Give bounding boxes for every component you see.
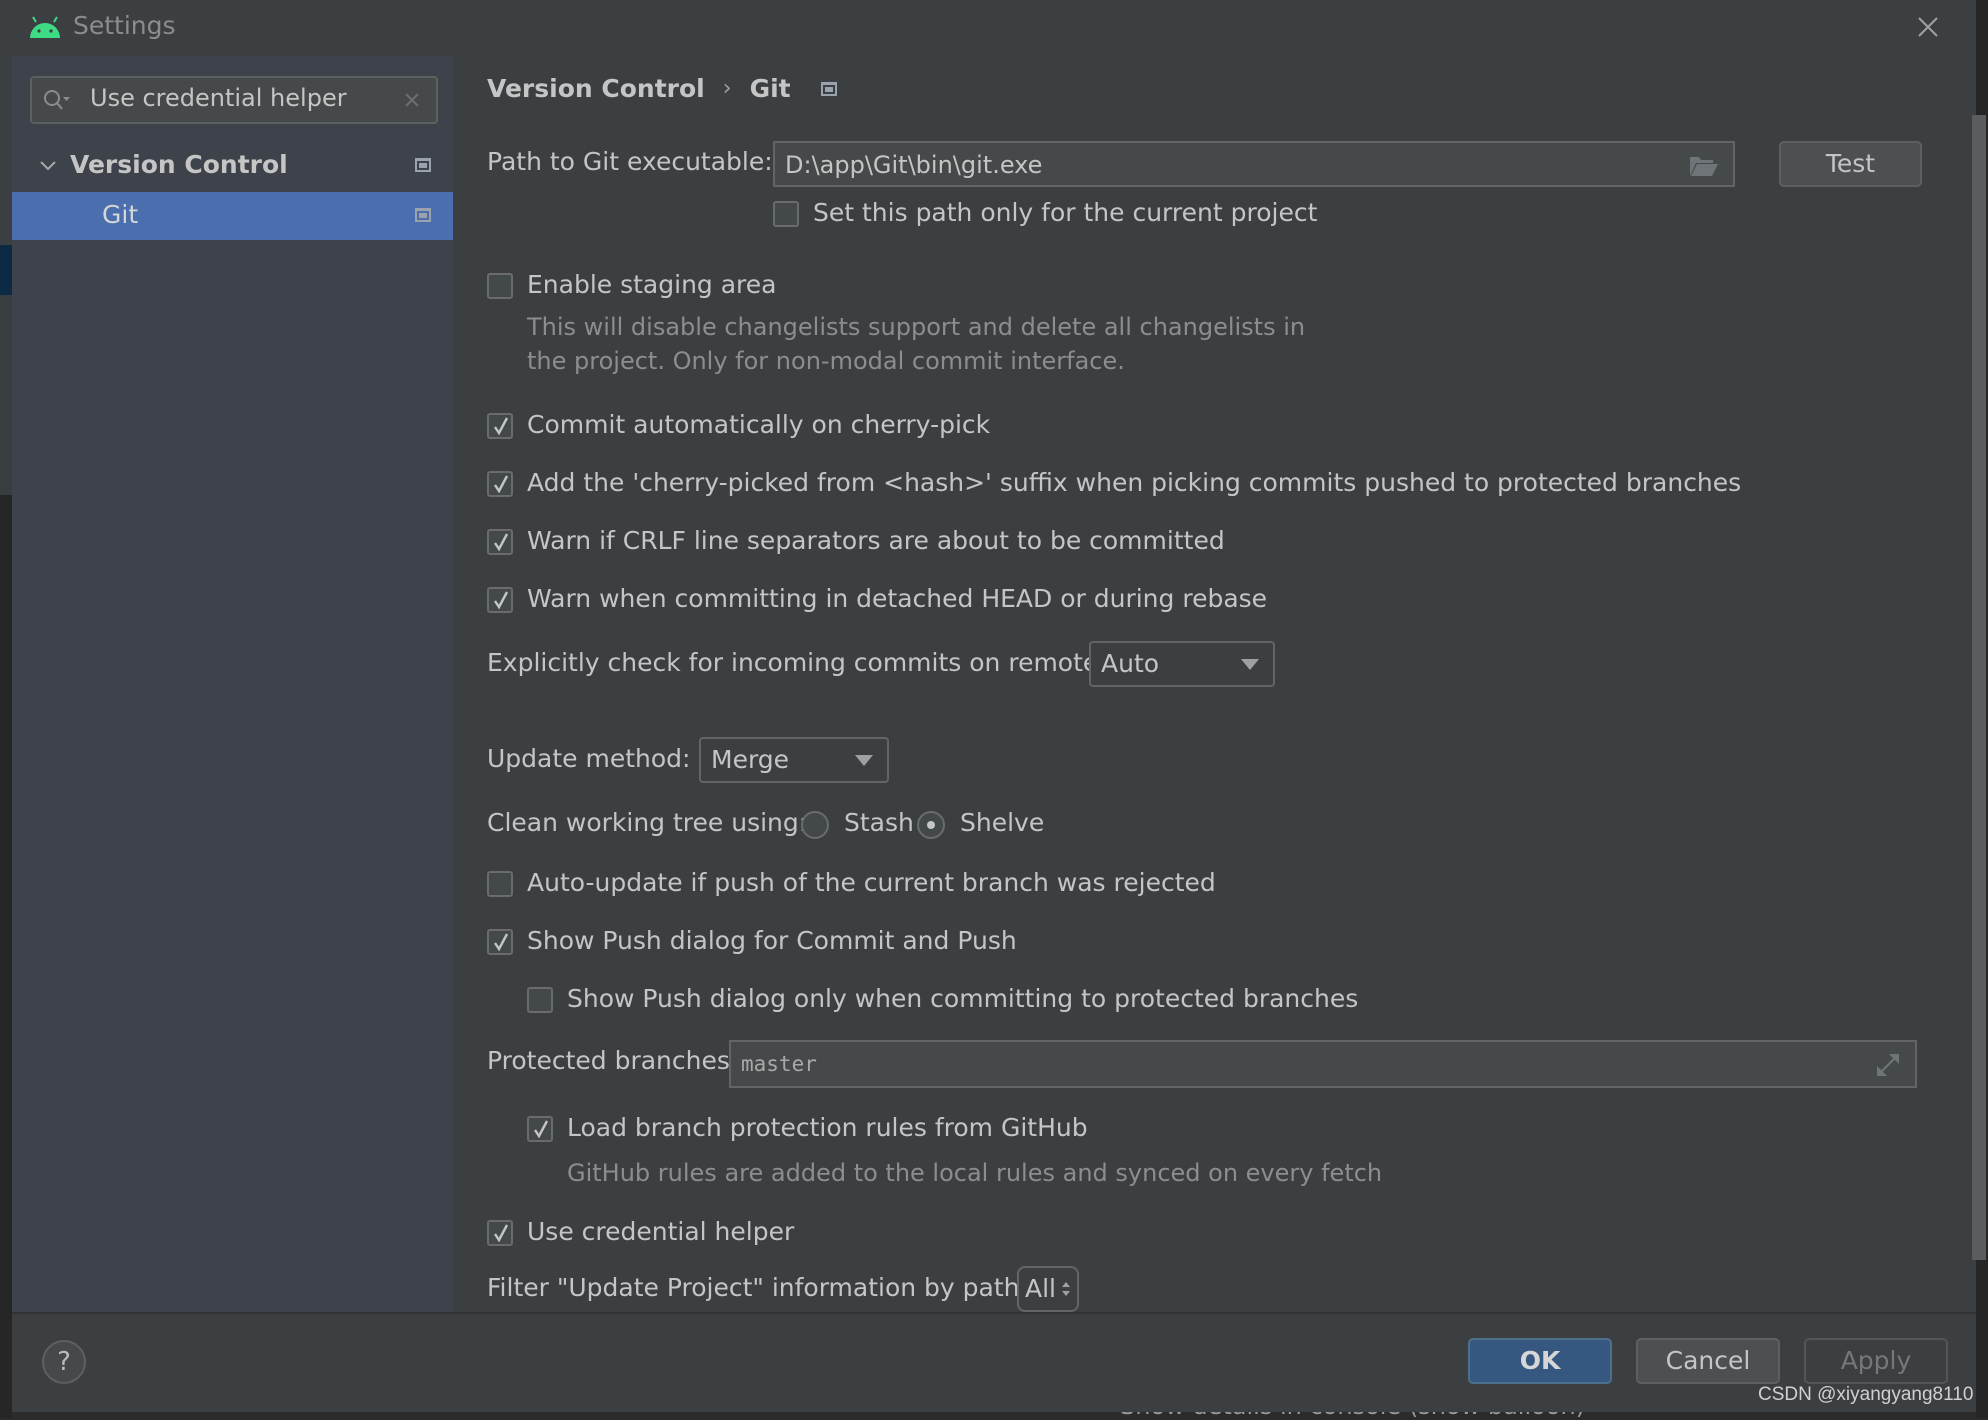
staging-hint-line2: the project. Only for non-modal commit i…	[527, 347, 1125, 375]
filter-update-project-label: Filter "Update Project" information by p…	[487, 1273, 1041, 1302]
background-ide-left	[0, 0, 12, 1418]
git-path-input[interactable]: D:\app\Git\bin\git.exe	[773, 141, 1735, 187]
apply-button[interactable]: Apply	[1804, 1338, 1948, 1384]
warn-detached-checkbox[interactable]	[487, 587, 513, 613]
update-method-value: Merge	[711, 745, 790, 774]
settings-search-input[interactable]: Use credential helper	[30, 76, 438, 124]
help-button[interactable]: ?	[42, 1340, 86, 1384]
folder-open-icon[interactable]	[1689, 155, 1719, 177]
stash-label: Stash	[844, 808, 914, 837]
content-scrollbar[interactable]	[1972, 115, 1986, 1260]
shelve-radio[interactable]	[917, 811, 945, 839]
watermark: CSDN @xiyangyang8110	[1758, 1384, 1974, 1405]
staging-hint-line1: This will disable changelists support an…	[527, 313, 1306, 341]
clean-tree-label: Clean working tree using:	[487, 808, 808, 837]
git-settings-panel: Version Control › Git Path to Git execut…	[453, 56, 1976, 1312]
warn-crlf-label: Warn if CRLF line separators are about t…	[527, 526, 1225, 555]
show-push-protected-checkbox[interactable]	[527, 987, 553, 1013]
update-method-label: Update method:	[487, 744, 691, 773]
checkmark-icon	[494, 933, 509, 952]
breadcrumb: Version Control › Git	[487, 74, 837, 103]
commit-cherry-pick-checkbox[interactable]	[487, 413, 513, 439]
git-path-value: D:\app\Git\bin\git.exe	[785, 151, 1043, 179]
dialog-footer: ? OK Cancel Apply	[12, 1312, 1976, 1412]
github-rules-hint: GitHub rules are added to the local rule…	[567, 1159, 1383, 1187]
spinner-arrows-icon	[1062, 1282, 1070, 1296]
set-path-current-project-label: Set this path only for the current proje…	[813, 198, 1318, 227]
sidebar-item-label: Version Control	[70, 150, 288, 179]
commit-cherry-pick-label: Commit automatically on cherry-pick	[527, 410, 991, 439]
expand-icon[interactable]	[1875, 1052, 1901, 1078]
settings-dialog: Settings Use credential helper Version C…	[12, 0, 1986, 1412]
settings-sidebar: Use credential helper Version Control Gi…	[12, 56, 453, 1312]
filter-value: All	[1025, 1274, 1056, 1303]
stash-radio[interactable]	[801, 811, 829, 839]
title-bar: Settings	[12, 0, 1976, 56]
update-method-select[interactable]: Merge	[699, 737, 889, 783]
project-settings-icon	[415, 208, 431, 222]
checkmark-icon	[534, 1120, 549, 1139]
checkmark-icon	[494, 1224, 509, 1243]
search-value: Use credential helper	[90, 84, 347, 112]
cherry-pick-suffix-label: Add the 'cherry-picked from <hash>' suff…	[527, 468, 1742, 497]
protected-branches-label: Protected branches:	[487, 1046, 739, 1075]
sidebar-item-git[interactable]: Git	[12, 192, 453, 240]
dropdown-arrow-icon	[855, 755, 873, 766]
load-github-rules-checkbox[interactable]	[527, 1116, 553, 1142]
dropdown-arrow-icon	[1241, 659, 1259, 670]
credential-helper-label: Use credential helper	[527, 1217, 795, 1246]
credential-helper-checkbox[interactable]	[487, 1220, 513, 1246]
ok-button[interactable]: OK	[1468, 1338, 1612, 1384]
android-icon	[30, 16, 60, 38]
protected-branches-input[interactable]: master	[729, 1040, 1917, 1088]
enable-staging-label: Enable staging area	[527, 270, 777, 299]
breadcrumb-item-git: Git	[749, 74, 791, 103]
test-button[interactable]: Test	[1779, 141, 1922, 187]
checkmark-icon	[494, 591, 509, 610]
show-push-protected-label: Show Push dialog only when committing to…	[567, 984, 1359, 1013]
checkmark-icon	[494, 533, 509, 552]
enable-staging-checkbox[interactable]	[487, 273, 513, 299]
project-settings-icon	[820, 81, 837, 96]
set-path-current-project-checkbox[interactable]	[773, 201, 799, 227]
sidebar-item-version-control[interactable]: Version Control	[12, 142, 453, 190]
show-push-dialog-checkbox[interactable]	[487, 929, 513, 955]
search-icon[interactable]	[42, 88, 72, 112]
chevron-down-icon[interactable]	[38, 156, 58, 176]
auto-update-checkbox[interactable]	[487, 871, 513, 897]
show-push-dialog-label: Show Push dialog for Commit and Push	[527, 926, 1017, 955]
cancel-button[interactable]: Cancel	[1636, 1338, 1780, 1384]
load-github-rules-label: Load branch protection rules from GitHub	[567, 1113, 1088, 1142]
protected-branches-value: master	[741, 1052, 817, 1076]
auto-update-label: Auto-update if push of the current branc…	[527, 868, 1216, 897]
sidebar-item-label: Git	[102, 200, 139, 229]
clear-search-icon[interactable]	[402, 90, 422, 110]
close-icon[interactable]	[1913, 12, 1943, 42]
breadcrumb-separator: ›	[722, 76, 732, 101]
window-title: Settings	[73, 11, 176, 40]
git-path-label: Path to Git executable:	[487, 147, 773, 176]
cherry-pick-suffix-checkbox[interactable]	[487, 471, 513, 497]
breadcrumb-item-version-control[interactable]: Version Control	[487, 74, 705, 103]
warn-detached-label: Warn when committing in detached HEAD or…	[527, 584, 1268, 613]
project-settings-icon	[415, 158, 431, 172]
incoming-commits-label: Explicitly check for incoming commits on…	[487, 648, 1120, 677]
checkmark-icon	[494, 475, 509, 494]
shelve-label: Shelve	[960, 808, 1045, 837]
filter-update-project-select[interactable]: All	[1017, 1266, 1079, 1312]
incoming-commits-select[interactable]: Auto	[1089, 641, 1275, 687]
warn-crlf-checkbox[interactable]	[487, 529, 513, 555]
checkmark-icon	[494, 417, 509, 436]
incoming-commits-value: Auto	[1101, 649, 1160, 678]
